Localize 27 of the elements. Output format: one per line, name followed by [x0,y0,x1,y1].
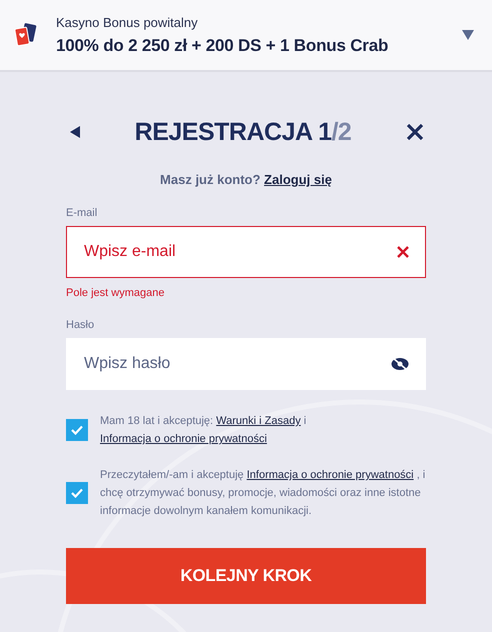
consent-link[interactable]: Informacja o ochronie prywatności [246,469,414,481]
caret-icon[interactable] [462,30,474,40]
consent-text: Mam 18 lat i akceptuję: Warunki i Zasady i Informacja o ochronie prywatności [100,414,308,447]
eye-icon[interactable] [391,357,409,371]
bonus-label: Kasyno Bonus powitalny [56,14,199,30]
email-field[interactable]: Wpisz e-mail [66,226,426,278]
login-prompt: Masz już konto? Zaloguj się [159,172,333,187]
bonus-offer: 100% do 2 250 zł + 200 DS + 1 Bonus Crab [56,36,390,56]
page-title: REJESTRACJA 1/2 [134,118,352,146]
next-step-button[interactable]: KOLEJNY KROK [66,548,426,604]
error-message: Pole jest wymagane [66,287,166,299]
checkbox[interactable] [66,482,88,504]
cards-icon [14,22,38,48]
close-icon[interactable] [406,123,424,141]
login-link[interactable]: Zaloguj się [264,172,332,187]
checkbox[interactable] [66,419,88,441]
consent-link[interactable]: Warunki i Zasady [216,415,301,427]
check-icon [71,425,83,435]
back-icon[interactable] [70,126,80,138]
check-icon [71,488,83,498]
password-field[interactable]: Wpisz hasło [66,338,426,390]
field-label: Hasło [66,319,96,331]
bonus-bar[interactable]: Kasyno Bonus powitalny 100% do 2 250 zł + 200 DS + 1 Bonus Crab [0,0,492,72]
field-label: E-mail [66,207,98,219]
clear-icon[interactable] [397,246,409,258]
consent-text: Przeczytałem/-am i akceptuję Informacja o ochronie prywatności , i chcę otrzymywać bonusy, promocje, wiadomości oraz inne istotne informacje dowolnym kanałem komunikacji. [100,468,426,519]
consent-link[interactable]: Informacja o ochronie prywatności [100,433,267,445]
